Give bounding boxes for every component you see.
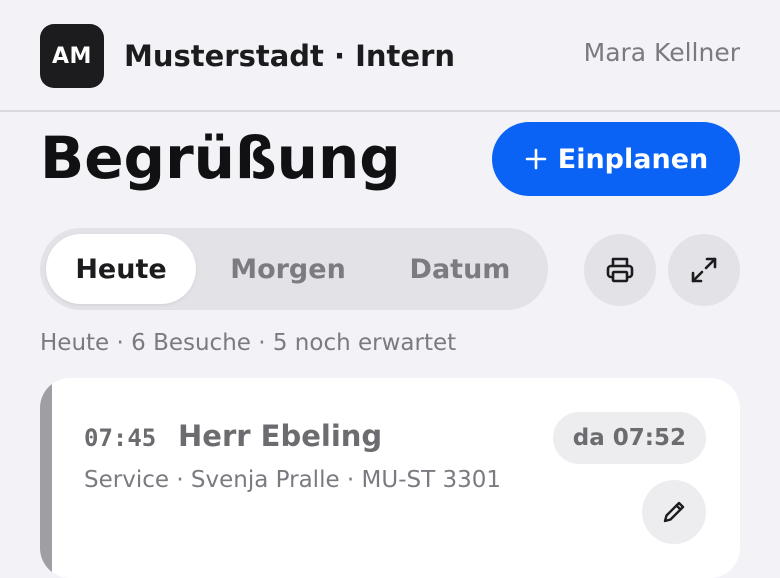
tab-tomorrow[interactable]: Morgen bbox=[210, 234, 366, 304]
visit-details: Service · Svenja Pralle · MU-ST 3301 bbox=[84, 467, 502, 493]
top-bar: AM Musterstadt · Intern Mara Kellner bbox=[0, 0, 780, 112]
plus-icon bbox=[524, 147, 548, 171]
edit-visit-button[interactable] bbox=[642, 480, 706, 544]
pencil-icon bbox=[660, 498, 688, 526]
org-avatar: AM bbox=[40, 24, 104, 88]
schedule-button-label: Einplanen bbox=[557, 143, 709, 175]
day-segmented-control: Heute Morgen Datum bbox=[40, 228, 548, 310]
print-button[interactable] bbox=[584, 234, 656, 306]
visitor-name: Herr Ebeling bbox=[178, 419, 383, 453]
fullscreen-button[interactable] bbox=[668, 234, 740, 306]
expand-icon bbox=[688, 254, 720, 286]
visit-time: 07:45 bbox=[84, 424, 157, 452]
tab-today[interactable]: Heute bbox=[46, 234, 196, 304]
org-title: Musterstadt · Intern bbox=[124, 39, 456, 73]
visit-status-stripe bbox=[40, 378, 52, 578]
printer-icon bbox=[604, 254, 636, 286]
visit-summary: Heute · 6 Besuche · 5 noch erwartet bbox=[40, 330, 457, 356]
user-name[interactable]: Mara Kellner bbox=[584, 36, 740, 70]
page-title: Begrüßung bbox=[40, 124, 401, 192]
tab-date[interactable]: Datum bbox=[380, 234, 540, 304]
schedule-button[interactable]: Einplanen bbox=[492, 122, 740, 196]
visit-card[interactable]: 07:45 Herr Ebeling Service · Svenja Pral… bbox=[40, 378, 740, 578]
arrival-status-badge: da 07:52 bbox=[552, 412, 706, 464]
